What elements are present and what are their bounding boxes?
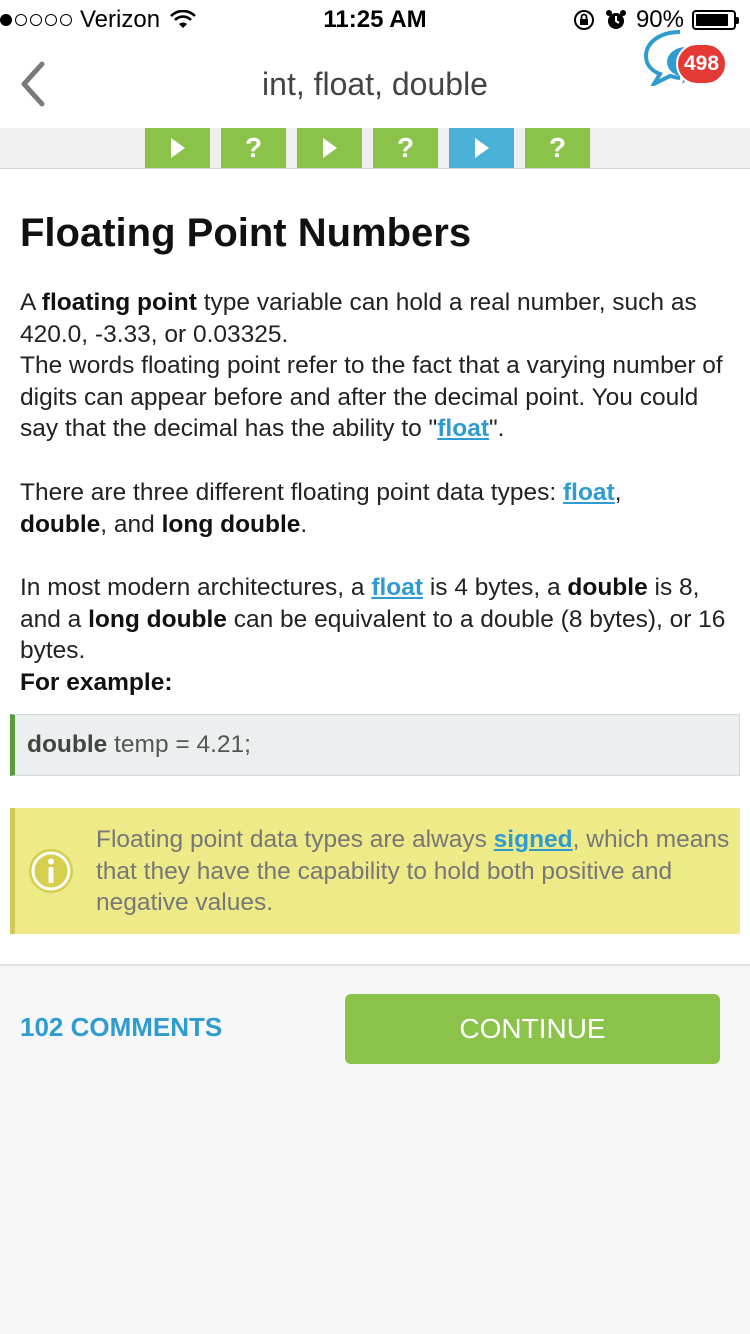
text: , and [100,510,162,538]
lesson-content: Floating Point Numbers A floating point … [0,169,750,966]
bold-term: floating point [41,289,197,316]
progress-step-quiz[interactable]: ? [525,128,590,168]
text: There are three different floating point… [20,479,563,506]
bold-term: long double [88,605,227,633]
text: ". [488,415,505,442]
bold-term: double [567,574,648,601]
nav-bar: int, float, double [0,40,750,129]
bold-term: long double [161,510,301,538]
status-bar: Verizon 11:25 AM 90% [0,0,750,40]
glossary-link-signed[interactable]: signed [494,826,573,853]
text: The words floating point refer to the fa… [20,352,723,442]
text: In most modern architectures, a [20,574,372,601]
play-icon [322,138,337,158]
glossary-link-float[interactable]: float [371,574,423,601]
rotation-lock-icon [573,10,594,30]
code-text: temp = 4.21; [107,731,251,758]
play-icon [170,138,185,158]
info-icon [29,849,73,893]
paragraph-intro: A floating point type variable can hold … [20,287,732,445]
question-mark-icon: ? [244,132,263,163]
text: , [614,479,622,506]
progress-steps: ??? [145,128,590,168]
text: . [300,510,308,538]
page-title: int, float, double [262,66,488,102]
code-block: double temp = 4.21; [10,714,740,776]
info-note-text: Floating point data types are always sig… [96,824,731,919]
paragraph-types: There are three different floating point… [20,477,732,540]
play-icon [474,138,489,158]
example-label: For example: [20,668,173,696]
text: A [20,289,42,316]
info-note: Floating point data types are always sig… [10,808,740,934]
code-keyword: double [27,731,108,758]
glossary-link-float[interactable]: float [437,415,489,442]
glossary-link-float[interactable]: float [563,479,615,506]
progress-step-lesson[interactable] [145,128,210,168]
progress-step-lesson[interactable] [297,128,362,168]
question-mark-icon: ? [548,132,567,163]
text: is 4 bytes, a [423,574,568,601]
lesson-progress-strip: ??? [0,128,750,169]
question-mark-icon: ? [396,132,415,163]
lesson-heading: Floating Point Numbers [20,211,472,255]
notification-badge[interactable]: 498 [676,43,728,85]
paragraph-sizes: In most modern architectures, a float is… [20,572,732,698]
bold-term: double [20,510,101,538]
text: Floating point data types are always [96,826,494,853]
progress-step-lesson[interactable] [449,128,514,168]
continue-button[interactable]: CONTINUE [345,994,720,1064]
comments-button[interactable]: 102 COMMENTS [20,1012,222,1043]
alarm-icon [605,10,626,29]
progress-step-quiz[interactable]: ? [373,128,438,168]
progress-step-quiz[interactable]: ? [221,128,286,168]
